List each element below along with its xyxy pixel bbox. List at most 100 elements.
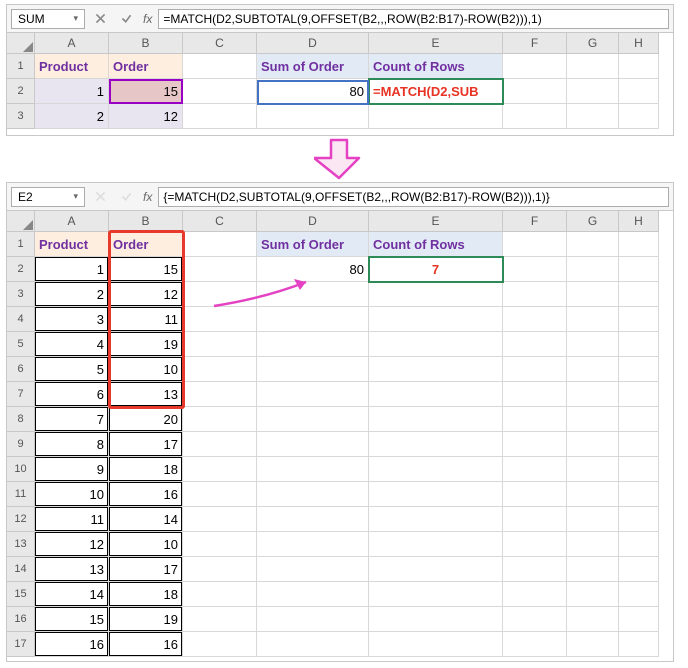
cell[interactable] xyxy=(503,54,567,79)
cell-A1[interactable]: Product xyxy=(35,232,109,257)
row-header[interactable]: 11 xyxy=(7,482,35,507)
cell[interactable] xyxy=(183,104,257,129)
cell[interactable] xyxy=(257,432,369,457)
cell[interactable] xyxy=(567,332,619,357)
select-all-corner[interactable] xyxy=(7,211,35,232)
cell-E2[interactable]: 7 xyxy=(369,257,503,282)
cell[interactable] xyxy=(619,257,659,282)
cell[interactable] xyxy=(619,432,659,457)
cell[interactable] xyxy=(257,482,369,507)
cell[interactable] xyxy=(183,607,257,632)
cell[interactable] xyxy=(503,482,567,507)
cell[interactable] xyxy=(257,632,369,657)
row-header[interactable]: 15 xyxy=(7,582,35,607)
row-header[interactable]: 14 xyxy=(7,557,35,582)
cell[interactable] xyxy=(183,507,257,532)
cell[interactable] xyxy=(619,582,659,607)
cell[interactable] xyxy=(503,407,567,432)
cell[interactable] xyxy=(183,79,257,104)
cell[interactable] xyxy=(619,407,659,432)
cell[interactable] xyxy=(183,557,257,582)
bottom-grid[interactable]: 1234567891011121314151617 A B C D E F G … xyxy=(7,211,673,657)
cell[interactable] xyxy=(567,632,619,657)
cell[interactable] xyxy=(567,357,619,382)
cell[interactable] xyxy=(567,432,619,457)
cell[interactable] xyxy=(567,407,619,432)
cell[interactable] xyxy=(503,307,567,332)
top-grid[interactable]: 1 2 3 A B C D E F G H Product Order Sum … xyxy=(7,33,673,129)
cell[interactable] xyxy=(567,282,619,307)
row-header[interactable]: 9 xyxy=(7,432,35,457)
cell[interactable] xyxy=(257,104,369,129)
cell-A4[interactable]: 3 xyxy=(35,307,109,332)
cell[interactable] xyxy=(619,232,659,257)
cell-A3[interactable]: 2 xyxy=(35,104,109,129)
cell-B1[interactable]: Order xyxy=(109,232,183,257)
cell-B2[interactable]: 15 xyxy=(109,257,183,282)
chevron-down-icon[interactable]: ▾ xyxy=(73,191,78,202)
column-headers[interactable]: A B C D E F G H xyxy=(35,33,673,54)
cell-B4[interactable]: 11 xyxy=(109,307,183,332)
cell[interactable] xyxy=(567,79,619,104)
cell[interactable] xyxy=(567,104,619,129)
cell[interactable] xyxy=(183,582,257,607)
cell-A5[interactable]: 4 xyxy=(35,332,109,357)
cell-B14[interactable]: 17 xyxy=(109,557,183,582)
cell[interactable] xyxy=(183,407,257,432)
cell[interactable] xyxy=(369,532,503,557)
cell[interactable] xyxy=(503,557,567,582)
cell-D2[interactable]: 80 xyxy=(257,79,369,104)
cell-B13[interactable]: 10 xyxy=(109,532,183,557)
cell[interactable] xyxy=(369,407,503,432)
cell[interactable] xyxy=(369,432,503,457)
cell[interactable] xyxy=(503,432,567,457)
cell[interactable] xyxy=(567,582,619,607)
cell[interactable] xyxy=(619,507,659,532)
cell[interactable] xyxy=(369,457,503,482)
cell[interactable] xyxy=(567,532,619,557)
row-header[interactable]: 16 xyxy=(7,607,35,632)
row-header[interactable]: 4 xyxy=(7,307,35,332)
cell-A11[interactable]: 10 xyxy=(35,482,109,507)
row-header[interactable]: 6 xyxy=(7,357,35,382)
cell[interactable] xyxy=(567,607,619,632)
cell[interactable] xyxy=(619,332,659,357)
cell[interactable] xyxy=(567,307,619,332)
cell[interactable] xyxy=(619,79,659,104)
cancel-icon[interactable] xyxy=(89,9,111,29)
cell[interactable] xyxy=(183,482,257,507)
row-header[interactable]: 17 xyxy=(7,632,35,657)
cell[interactable] xyxy=(369,507,503,532)
cell[interactable] xyxy=(183,357,257,382)
row-header[interactable]: 7 xyxy=(7,382,35,407)
cell[interactable] xyxy=(503,232,567,257)
cell[interactable] xyxy=(257,607,369,632)
cell[interactable] xyxy=(183,457,257,482)
cell[interactable] xyxy=(619,482,659,507)
cell[interactable] xyxy=(503,632,567,657)
cell[interactable] xyxy=(257,457,369,482)
cell-B8[interactable]: 20 xyxy=(109,407,183,432)
cell[interactable] xyxy=(257,507,369,532)
fx-label[interactable]: fx xyxy=(143,190,152,204)
cell-B1[interactable]: Order xyxy=(109,54,183,79)
cell-A9[interactable]: 8 xyxy=(35,432,109,457)
cell-A1[interactable]: Product xyxy=(35,54,109,79)
formula-input[interactable]: =MATCH(D2,SUBTOTAL(9,OFFSET(B2,,,ROW(B2:… xyxy=(158,9,669,29)
cell[interactable] xyxy=(503,532,567,557)
cell-B12[interactable]: 14 xyxy=(109,507,183,532)
cell-A2[interactable]: 1 xyxy=(35,79,109,104)
cell[interactable] xyxy=(567,557,619,582)
cell-B3[interactable]: 12 xyxy=(109,104,183,129)
cell[interactable] xyxy=(369,632,503,657)
name-box[interactable]: SUM ▾ xyxy=(11,9,85,29)
cell[interactable] xyxy=(503,79,567,104)
cell-B5[interactable]: 19 xyxy=(109,332,183,357)
cell[interactable] xyxy=(183,432,257,457)
fx-label[interactable]: fx xyxy=(143,12,152,26)
cell-A17[interactable]: 16 xyxy=(35,632,109,657)
cell-E1[interactable]: Count of Rows xyxy=(369,232,503,257)
cell[interactable] xyxy=(619,557,659,582)
cell[interactable] xyxy=(183,232,257,257)
cell-A2[interactable]: 1 xyxy=(35,257,109,282)
